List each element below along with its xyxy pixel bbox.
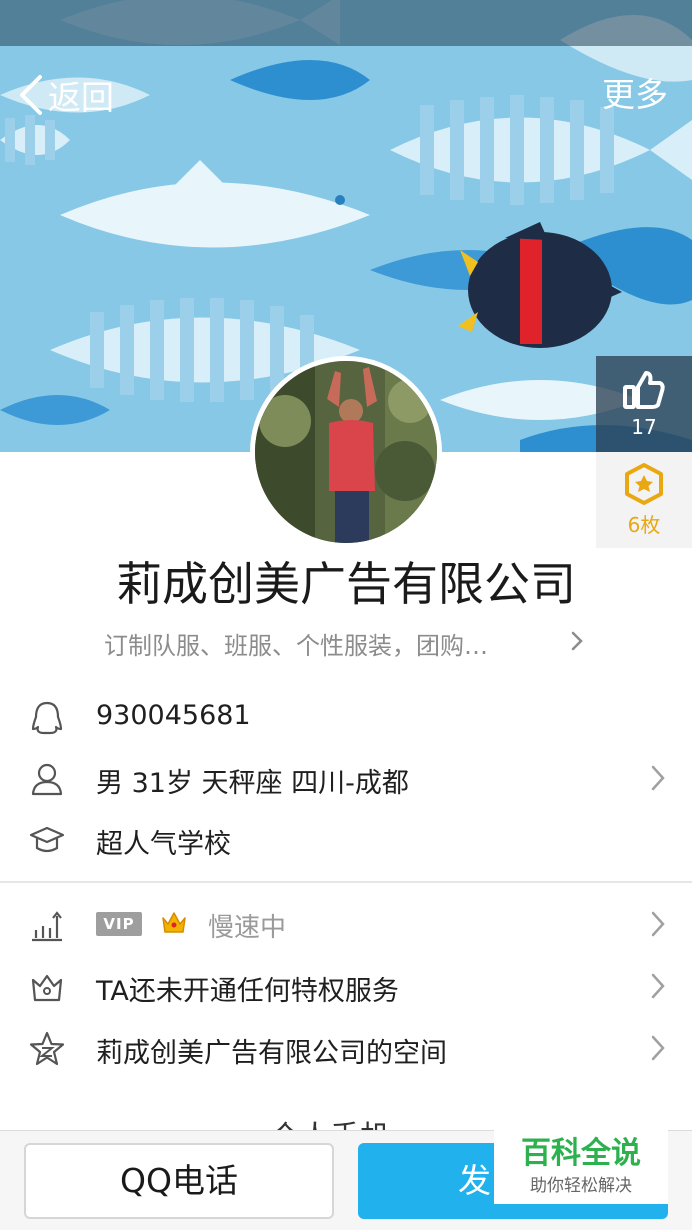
qzone-text: 莉成创美广告有限公司的空间 xyxy=(96,1038,447,1069)
watermark: 百科全说 助你轻松解决 xyxy=(494,1130,668,1204)
chevron-right-icon xyxy=(651,765,665,791)
chevron-right-icon xyxy=(651,911,665,937)
section-divider xyxy=(0,881,692,883)
watermark-title: 百科全说 xyxy=(521,1136,641,1171)
graduation-cap-icon xyxy=(29,826,65,853)
vip-tag: VIP xyxy=(96,912,142,936)
medal-button[interactable]: 6枚 xyxy=(596,452,692,548)
back-button[interactable]: 返回 xyxy=(16,70,114,120)
school-text: 超人气学校 xyxy=(96,829,231,860)
chevron-right-icon xyxy=(571,631,583,651)
qq-call-button[interactable]: QQ电话 xyxy=(24,1143,334,1219)
user-icon xyxy=(31,763,63,796)
signature-row[interactable]: 订制队服、班服、个性服装，团购… xyxy=(0,618,692,666)
qq-number-row: 930045681 xyxy=(0,686,692,748)
crown-icon xyxy=(162,912,186,933)
vip-row[interactable]: VIP 慢速中 xyxy=(0,893,692,955)
nav-bar: 返回 更多 xyxy=(0,46,692,142)
qq-number: 930045681 xyxy=(96,700,251,731)
qzone-row[interactable]: 莉成创美广告有限公司的空间 xyxy=(0,1017,692,1079)
privilege-row[interactable]: TA还未开通任何特权服务 xyxy=(0,955,692,1017)
medal-star-icon xyxy=(625,462,663,505)
avatar[interactable] xyxy=(250,356,442,548)
privilege-crown-icon xyxy=(31,974,63,1002)
chevron-left-icon xyxy=(20,75,42,115)
like-count: 17 xyxy=(631,415,657,439)
more-button[interactable]: 更多 xyxy=(602,70,668,120)
profile-name: 莉成创美广告有限公司 xyxy=(116,557,576,611)
chevron-right-icon xyxy=(651,973,665,999)
thumbs-up-icon xyxy=(623,371,665,409)
level-chart-icon xyxy=(32,911,62,942)
qzone-star-icon xyxy=(29,1031,65,1066)
like-button[interactable]: 17 xyxy=(596,356,692,452)
vip-status: 慢速中 xyxy=(208,913,287,943)
back-label: 返回 xyxy=(48,78,114,117)
chevron-right-icon xyxy=(651,1035,665,1061)
qq-penguin-icon xyxy=(31,701,63,735)
status-bar xyxy=(0,0,692,46)
medal-count: 6枚 xyxy=(627,512,661,537)
school-row: 超人气学校 xyxy=(0,808,692,870)
personal-info-text: 男 31岁 天秤座 四川-成都 xyxy=(96,768,409,799)
watermark-subtitle: 助你轻松解决 xyxy=(530,1176,632,1196)
personal-info-row[interactable]: 男 31岁 天秤座 四川-成都 xyxy=(0,747,692,809)
avatar-photo xyxy=(255,361,437,543)
signature-text: 订制队服、班服、个性服装，团购… xyxy=(104,632,488,660)
privilege-text: TA还未开通任何特权服务 xyxy=(96,976,399,1007)
